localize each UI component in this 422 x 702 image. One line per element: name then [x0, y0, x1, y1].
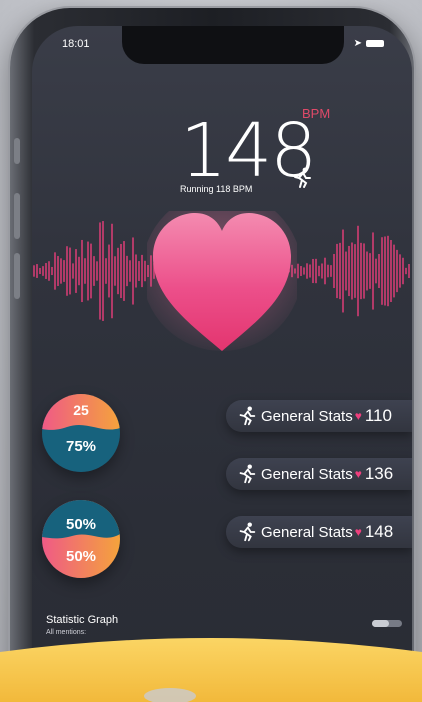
- stat-label: General Stats: [261, 465, 353, 483]
- status-icons: ➤: [354, 38, 384, 49]
- runner-icon: [239, 522, 256, 542]
- stat-value: 136: [364, 464, 394, 483]
- decorative-ribbon: [0, 638, 422, 702]
- runner-icon: [294, 167, 311, 188]
- heart-icon: ♥: [354, 525, 362, 539]
- volume-down-button: [14, 253, 20, 299]
- graph-toggle[interactable]: [372, 620, 402, 627]
- stat-label: General Stats: [261, 407, 353, 425]
- percentage-circle-2: 50% 50%: [42, 500, 120, 578]
- circle-2-top-value: 50%: [65, 516, 97, 533]
- graph-toggle-knob: [372, 620, 389, 627]
- stat-card-1[interactable]: General Stats ♥ 110: [226, 400, 412, 432]
- graph-title: Statistic Graph: [46, 614, 119, 626]
- percentage-circle-1: 25 75%: [42, 394, 120, 472]
- stat-card-2[interactable]: General Stats ♥ 136: [226, 458, 412, 490]
- phone-screen: 18:01 ➤ 148 BPM Running 118 BPM 25 75% 5…: [32, 26, 412, 702]
- volume-up-button: [14, 193, 20, 239]
- circle-1-top-value: 25: [73, 402, 89, 418]
- battery-icon: [366, 40, 384, 47]
- notch: [122, 26, 344, 64]
- stat-value: 110: [364, 406, 392, 425]
- location-arrow-icon: ➤: [353, 38, 362, 49]
- heart-icon: ♥: [354, 409, 362, 423]
- runner-icon: [239, 464, 256, 484]
- circle-2-bottom-value: 50%: [65, 548, 97, 565]
- heart-icon: ♥: [354, 467, 362, 481]
- phone-frame: 18:01 ➤ 148 BPM Running 118 BPM 25 75% 5…: [10, 8, 414, 702]
- heart-rate-unit: BPM: [302, 106, 331, 121]
- circle-1-bottom-value: 75%: [65, 438, 97, 455]
- status-time: 18:01: [62, 38, 90, 50]
- stat-card-3[interactable]: General Stats ♥ 148: [226, 516, 412, 548]
- runner-icon: [239, 406, 256, 426]
- stat-value: 148: [364, 522, 394, 541]
- heart-icon: [147, 211, 297, 351]
- mute-switch: [14, 138, 20, 164]
- stat-label: General Stats: [261, 523, 353, 541]
- heart-rate-subtitle: Running 118 BPM: [180, 184, 253, 194]
